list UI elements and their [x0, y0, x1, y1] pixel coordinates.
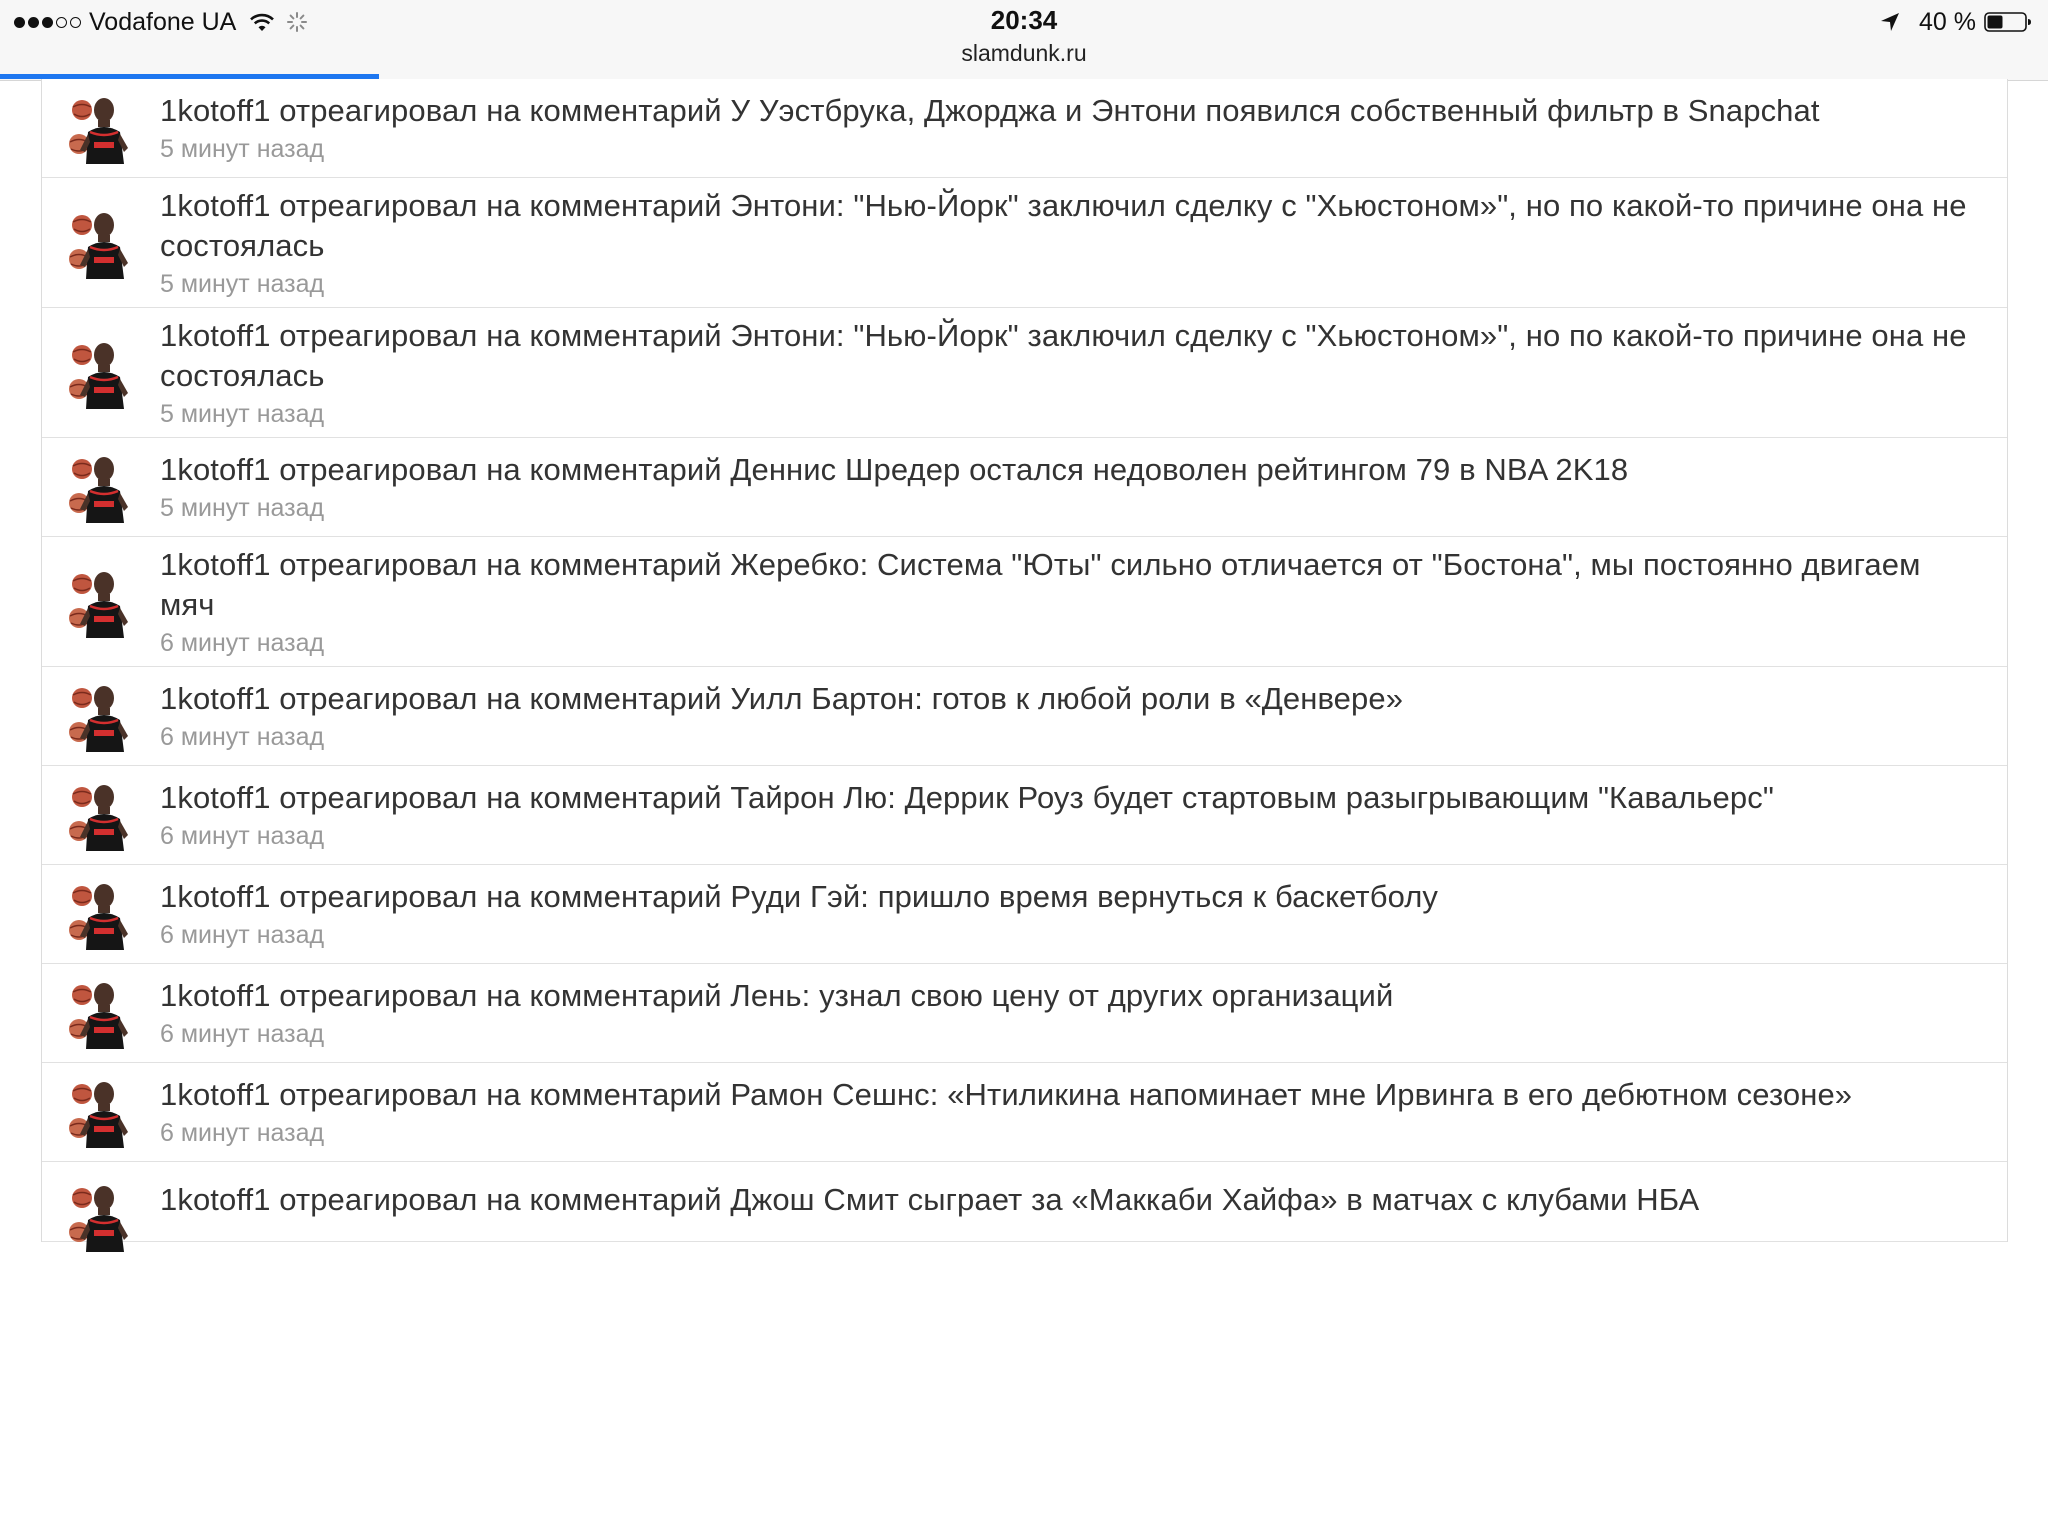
feed-item-text[interactable]: 1kotoff1 отреагировал на комментарий Ден… [160, 450, 1967, 490]
battery-percent: 40 % [1919, 7, 1976, 36]
user-avatar-icon[interactable] [68, 779, 134, 851]
user-avatar-icon[interactable] [68, 337, 134, 409]
feed-item-body: 1kotoff1 отреагировал на комментарий Ден… [160, 450, 2007, 524]
status-bar: Vodafone UA 20:34 slamdunk.ru 40 % [0, 0, 2048, 81]
user-avatar-icon[interactable] [68, 207, 134, 279]
feed-item[interactable]: 1kotoff1 отреагировал на комментарий Джо… [42, 1162, 2007, 1252]
feed-item-body: 1kotoff1 отреагировал на комментарий Жер… [160, 545, 2007, 659]
feed-item[interactable]: 1kotoff1 отреагировал на комментарий Энт… [42, 308, 2007, 438]
feed-item-text[interactable]: 1kotoff1 отреагировал на комментарий Жер… [160, 545, 1967, 625]
feed-item-body: 1kotoff1 отреагировал на комментарий Энт… [160, 186, 2007, 300]
user-avatar-icon[interactable] [68, 977, 134, 1049]
feed-item-body: 1kotoff1 отреагировал на комментарий Рам… [160, 1075, 2007, 1149]
user-avatar-icon[interactable] [68, 1076, 134, 1148]
feed-item-body: 1kotoff1 отреагировал на комментарий Руд… [160, 877, 2007, 951]
feed-item-text[interactable]: 1kotoff1 отреагировал на комментарий Тай… [160, 778, 1967, 818]
feed-item-timestamp: 6 минут назад [160, 723, 325, 751]
feed-item[interactable]: 1kotoff1 отреагировал на комментарий Руд… [42, 865, 2007, 964]
feed-item[interactable]: 1kotoff1 отреагировал на комментарий У У… [42, 79, 2007, 178]
feed-item-timestamp: 6 минут назад [160, 1119, 325, 1147]
feed-item-text[interactable]: 1kotoff1 отреагировал на комментарий Уил… [160, 679, 1967, 719]
feed-item-body: 1kotoff1 отреагировал на комментарий Энт… [160, 316, 2007, 430]
clock: 20:34 [990, 5, 1058, 35]
feed-item-timestamp: 5 минут назад [160, 494, 325, 522]
feed-item-text[interactable]: 1kotoff1 отреагировал на комментарий Рам… [160, 1075, 1967, 1115]
feed-item[interactable]: 1kotoff1 отреагировал на комментарий Лен… [42, 964, 2007, 1063]
feed-item-body: 1kotoff1 отреагировал на комментарий Уил… [160, 679, 2007, 753]
feed-item-timestamp: 5 минут назад [160, 269, 325, 298]
feed-item-text[interactable]: 1kotoff1 отреагировал на комментарий Джо… [160, 1180, 1967, 1220]
feed-item-timestamp: 6 минут назад [160, 921, 325, 949]
user-avatar-icon[interactable] [68, 566, 134, 638]
feed-item[interactable]: 1kotoff1 отреагировал на комментарий Жер… [42, 537, 2007, 667]
feed-item-text[interactable]: 1kotoff1 отреагировал на комментарий У У… [160, 91, 1967, 131]
activity-feed: 1kotoff1 отреагировал на комментарий У У… [41, 79, 2008, 1252]
feed-item-timestamp: 5 минут назад [160, 399, 325, 428]
address-bar-url[interactable]: slamdunk.ru [0, 40, 2048, 67]
feed-item-body: 1kotoff1 отреагировал на комментарий Тай… [160, 778, 2007, 852]
location-arrow-icon [1881, 13, 1900, 31]
user-avatar-icon[interactable] [68, 92, 134, 164]
battery-icon [1984, 12, 2031, 32]
feed-item-body: 1kotoff1 отреагировал на комментарий У У… [160, 91, 2007, 165]
feed-item-body: 1kotoff1 отреагировал на комментарий Лен… [160, 976, 2007, 1050]
user-avatar-icon[interactable] [68, 680, 134, 752]
feed-item[interactable]: 1kotoff1 отреагировал на комментарий Энт… [42, 178, 2007, 308]
feed-item-body: 1kotoff1 отреагировал на комментарий Джо… [160, 1180, 2007, 1222]
feed-item-timestamp: 6 минут назад [160, 1020, 325, 1048]
user-avatar-icon[interactable] [68, 878, 134, 950]
feed-item-text[interactable]: 1kotoff1 отреагировал на комментарий Лен… [160, 976, 1967, 1016]
user-avatar-icon[interactable] [68, 451, 134, 523]
feed-item[interactable]: 1kotoff1 отреагировал на комментарий Уил… [42, 667, 2007, 766]
feed-item[interactable]: 1kotoff1 отреагировал на комментарий Ден… [42, 438, 2007, 537]
user-avatar-icon[interactable] [68, 1180, 134, 1252]
feed-item[interactable]: 1kotoff1 отреагировал на комментарий Рам… [42, 1063, 2007, 1162]
feed-item-text[interactable]: 1kotoff1 отреагировал на комментарий Энт… [160, 186, 1967, 266]
feed-item-timestamp: 5 минут назад [160, 135, 325, 163]
feed-item-text[interactable]: 1kotoff1 отреагировал на комментарий Руд… [160, 877, 1967, 917]
feed-item-timestamp: 6 минут назад [160, 822, 325, 850]
feed-item-timestamp: 6 минут назад [160, 628, 325, 657]
feed-item-text[interactable]: 1kotoff1 отреагировал на комментарий Энт… [160, 316, 1967, 396]
feed-item[interactable]: 1kotoff1 отреагировал на комментарий Тай… [42, 766, 2007, 865]
status-right: 40 % [1879, 6, 2032, 38]
